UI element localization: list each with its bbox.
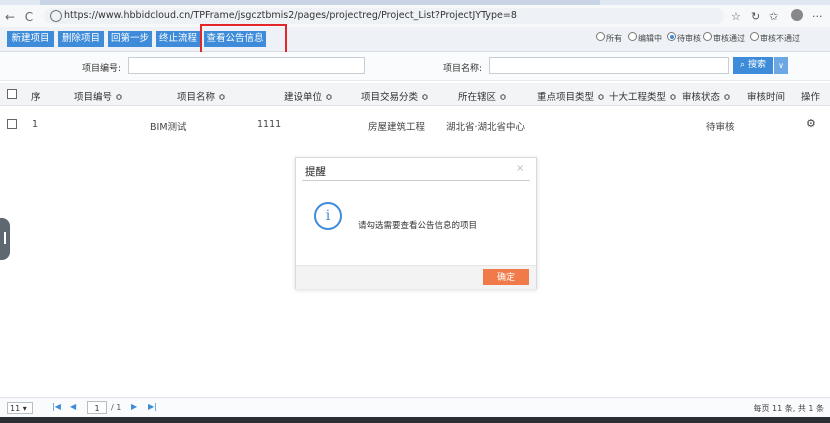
radio-editing[interactable] xyxy=(628,32,637,41)
radio-approved-label: 审核通过 xyxy=(713,34,745,43)
col-time: 审核时间 xyxy=(747,92,786,103)
favorites-icon[interactable]: ✩ xyxy=(769,10,778,23)
close-icon[interactable]: × xyxy=(516,163,524,174)
delete-project-button[interactable]: 删除项目 xyxy=(58,31,104,47)
col-category[interactable]: 项目交易分类 ≎ xyxy=(361,89,429,103)
cell-project-name: BIM测试 xyxy=(150,122,187,133)
dialog-message: 请勾选需要查看公告信息的项目 xyxy=(358,221,478,231)
page-info: 每页 11 条, 共 1 条 xyxy=(753,404,824,413)
action-toolbar: 新建项目 删除项目 回第一步 终止流程 查看公告信息 所有 编辑中 待审核 审核… xyxy=(0,27,830,52)
cell-category: 房屋建筑工程 xyxy=(368,122,426,133)
col-project-name[interactable]: 项目名称 ≎ xyxy=(177,89,226,103)
back-first-step-button[interactable]: 回第一步 xyxy=(108,31,152,47)
project-no-input[interactable] xyxy=(128,57,365,74)
cell-region: 湖北省·湖北省中心 xyxy=(446,122,526,133)
last-page-icon[interactable]: ▶| xyxy=(148,402,157,411)
col-project-no[interactable]: 项目编号 ≎ xyxy=(74,89,123,103)
cell-builder: 1111 xyxy=(257,119,282,130)
search-bar: 项目编号: 项目名称: ⌕ 搜索 ∨ xyxy=(0,52,830,81)
chevron-down-icon[interactable]: ∨ xyxy=(774,57,788,74)
site-info-icon[interactable] xyxy=(50,10,62,22)
window-bottom-edge xyxy=(0,417,830,423)
cell-status: 待审核 xyxy=(706,122,735,133)
total-pages: / 1 xyxy=(111,403,122,412)
more-icon[interactable]: ··· xyxy=(812,10,823,23)
profile-avatar[interactable] xyxy=(791,9,803,21)
table-header: 序 项目编号 ≎ 项目名称 ≎ 建设单位 ≎ 项目交易分类 ≎ 所在辖区 ≎ 重… xyxy=(0,83,830,106)
page-number-input[interactable]: 1 xyxy=(87,401,107,414)
radio-all-label: 所有 xyxy=(606,34,622,43)
sidebar-toggle-handle[interactable] xyxy=(0,218,10,260)
col-major-type[interactable]: 十大工程类型 ≎ xyxy=(609,89,677,103)
project-no-label: 项目编号: xyxy=(82,64,122,74)
radio-pending-label: 待审核 xyxy=(677,34,701,43)
col-action: 操作 xyxy=(801,92,821,103)
row-checkbox[interactable] xyxy=(7,119,17,129)
handle-grip-icon xyxy=(4,232,6,244)
select-all-checkbox[interactable] xyxy=(7,89,17,99)
table-row[interactable]: 1 BIM测试 1111 房屋建筑工程 湖北省·湖北省中心 待审核 ⚙ xyxy=(0,114,830,134)
dialog-title: 提醒 xyxy=(305,166,326,178)
star-icon[interactable]: ☆ xyxy=(731,10,741,23)
reload-icon[interactable]: C xyxy=(22,10,36,24)
confirm-button[interactable]: 确定 xyxy=(483,269,529,285)
page-size-select[interactable]: 11 ▾ xyxy=(7,402,33,414)
dialog-title-divider xyxy=(302,180,530,181)
back-icon[interactable]: ← xyxy=(3,10,17,24)
url-text: https://www.hbbidcloud.cn/TPFrame/jsgczt… xyxy=(64,10,517,21)
refresh-extension-icon[interactable]: ↻ xyxy=(751,10,760,23)
search-button[interactable]: ⌕ 搜索 xyxy=(733,57,773,74)
col-region[interactable]: 所在辖区 ≎ xyxy=(458,89,507,103)
info-icon: i xyxy=(314,202,342,230)
col-index: 序 xyxy=(31,92,41,103)
radio-pending[interactable] xyxy=(667,32,676,41)
col-status[interactable]: 审核状态 ≎ xyxy=(682,89,731,103)
search-icon: ⌕ xyxy=(740,60,746,70)
project-name-label: 项目名称: xyxy=(443,64,483,74)
next-page-icon[interactable]: ▶ xyxy=(131,402,137,411)
terminate-flow-button[interactable]: 终止流程 xyxy=(156,31,200,47)
radio-rejected[interactable] xyxy=(750,32,759,41)
col-builder[interactable]: 建设单位 ≎ xyxy=(284,89,333,103)
address-bar-area: ← C https://www.hbbidcloud.cn/TPFrame/js… xyxy=(0,5,830,28)
radio-editing-label: 编辑中 xyxy=(638,34,662,43)
url-field[interactable]: https://www.hbbidcloud.cn/TPFrame/jsgczt… xyxy=(44,8,724,24)
col-key-type[interactable]: 重点项目类型 ≎ xyxy=(537,89,605,103)
project-name-input[interactable] xyxy=(489,57,729,74)
gear-icon[interactable]: ⚙ xyxy=(806,117,816,130)
radio-approved[interactable] xyxy=(703,32,712,41)
page-size-value: 11 xyxy=(10,404,21,413)
radio-rejected-label: 审核不通过 xyxy=(760,34,800,43)
new-project-button[interactable]: 新建项目 xyxy=(7,31,54,47)
dialog-footer: 确定 xyxy=(296,265,536,289)
search-button-label: 搜索 xyxy=(747,60,766,70)
pagination-bar: 11 ▾ |◀ ◀ 1 / 1 ▶ ▶| 每页 11 条, 共 1 条 xyxy=(0,397,830,418)
radio-all[interactable] xyxy=(596,32,605,41)
prev-page-icon[interactable]: ◀ xyxy=(70,402,76,411)
alert-dialog: 提醒 × i 请勾选需要查看公告信息的项目 确定 xyxy=(295,157,537,289)
cell-index: 1 xyxy=(32,119,39,130)
first-page-icon[interactable]: |◀ xyxy=(52,402,61,411)
